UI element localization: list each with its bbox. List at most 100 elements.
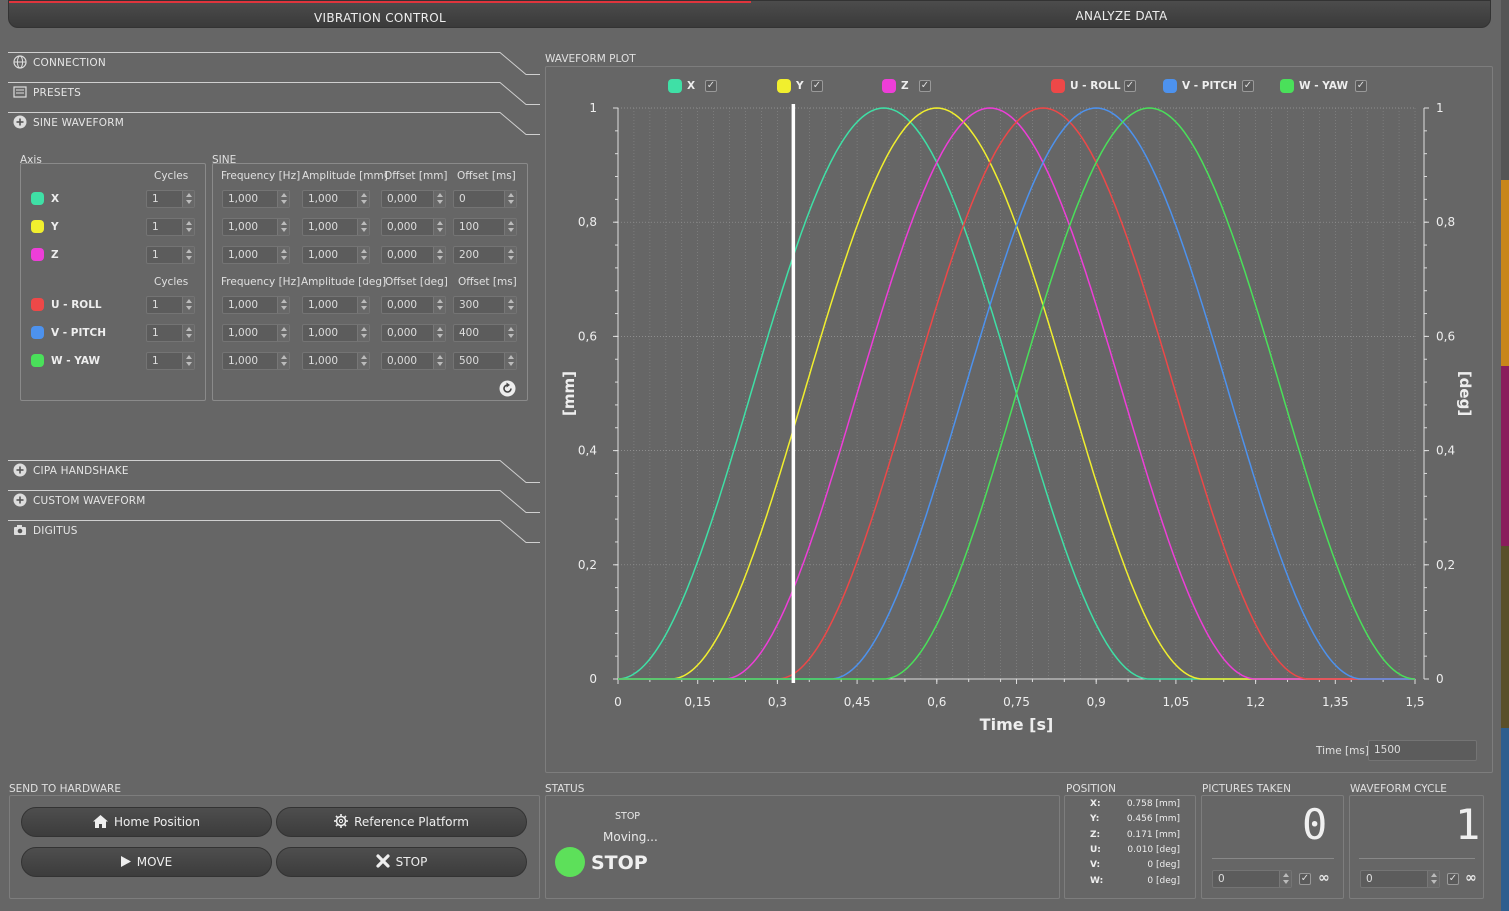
off-input[interactable]: 0,000 bbox=[381, 218, 446, 236]
stop-button[interactable]: STOP bbox=[276, 847, 527, 877]
position-value: 0.171 [mm] bbox=[1126, 829, 1180, 840]
reference-platform-button[interactable]: Reference Platform bbox=[276, 807, 527, 837]
off-input[interactable]: 0,000 bbox=[381, 190, 446, 208]
freq-input[interactable]: 1,000 bbox=[222, 218, 290, 236]
x-tick-label: 0,45 bbox=[844, 695, 871, 709]
amp-input[interactable]: 1,000 bbox=[302, 324, 370, 342]
amp-input[interactable]: 1,000 bbox=[302, 218, 370, 236]
pictures-title: PICTURES TAKEN bbox=[1202, 783, 1291, 795]
freq-header: Frequency [Hz] bbox=[221, 170, 301, 182]
tab-vibration-control[interactable]: VIBRATION CONTROL bbox=[9, 1, 751, 29]
cycle-infinite-checkbox[interactable]: ✓ bbox=[1447, 873, 1459, 885]
freq-input[interactable]: 1,000 bbox=[222, 324, 290, 342]
freq-input[interactable]: 1,000 bbox=[222, 190, 290, 208]
legend-swatch bbox=[1051, 79, 1065, 93]
offset-header: Offset [mm] bbox=[384, 170, 448, 182]
offms-input[interactable]: 500 bbox=[453, 352, 517, 370]
move-button[interactable]: MOVE bbox=[21, 847, 272, 877]
cycles-input[interactable]: 1 bbox=[146, 218, 195, 236]
legend-checkbox[interactable]: ✓ bbox=[1355, 80, 1367, 92]
infinity-label: ∞ bbox=[1318, 870, 1330, 886]
position-key: Z: bbox=[1090, 829, 1101, 840]
legend-checkbox[interactable]: ✓ bbox=[705, 80, 717, 92]
legend-checkbox[interactable]: ✓ bbox=[1242, 80, 1254, 92]
plus-circle-icon bbox=[13, 463, 27, 477]
x-tick-label: 0,6 bbox=[927, 695, 946, 709]
legend-label: V - PITCH bbox=[1182, 80, 1238, 92]
section-digitus[interactable]: DIGITUS bbox=[8, 520, 540, 546]
cycles-input[interactable]: 1 bbox=[146, 246, 195, 264]
cycles-input[interactable]: 1 bbox=[146, 324, 195, 342]
pictures-input[interactable]: 0 bbox=[1212, 870, 1292, 888]
y2-tick-label: 0,4 bbox=[1436, 444, 1455, 458]
section-label: CONNECTION bbox=[33, 57, 106, 69]
section-label: DIGITUS bbox=[33, 525, 78, 537]
section-presets[interactable]: PRESETS bbox=[8, 82, 540, 108]
freq-input[interactable]: 1,000 bbox=[222, 246, 290, 264]
cycles-input[interactable]: 1 bbox=[146, 352, 195, 370]
section-sine-waveform[interactable]: SINE WAVEFORM bbox=[8, 112, 540, 138]
y2-tick-label: 1 bbox=[1436, 101, 1444, 115]
section-label: SINE WAVEFORM bbox=[33, 117, 124, 129]
legend-checkbox[interactable]: ✓ bbox=[919, 80, 931, 92]
axis-label: V - PITCH bbox=[51, 327, 107, 339]
offms-input[interactable]: 200 bbox=[453, 246, 517, 264]
gear-icon bbox=[334, 814, 349, 828]
offms-input[interactable]: 300 bbox=[453, 296, 517, 314]
waveform-chart[interactable]: 0 0,15 0,3 0,45 0,6 0,75 0,9 1,05 1,2 1,35 1,5 0 0 0,… bbox=[546, 96, 1492, 740]
x-tick-label: 0,75 bbox=[1003, 695, 1030, 709]
position-key: Y: bbox=[1090, 814, 1100, 825]
time-ms-input[interactable]: 1500 bbox=[1368, 740, 1477, 761]
close-icon bbox=[376, 854, 390, 868]
off-input[interactable]: 0,000 bbox=[381, 246, 446, 264]
legend-swatch bbox=[1163, 79, 1177, 93]
camera-icon bbox=[14, 525, 26, 535]
amp-input[interactable]: 1,000 bbox=[302, 190, 370, 208]
plus-circle-icon bbox=[13, 493, 27, 507]
offset-ms-header: Offset [ms] bbox=[457, 170, 516, 182]
pictures-infinite-checkbox[interactable]: ✓ bbox=[1299, 873, 1311, 885]
section-cipa-handshake[interactable]: CIPA HANDSHAKE bbox=[8, 460, 540, 486]
axis-color-swatch bbox=[31, 220, 44, 233]
off-input[interactable]: 0,000 bbox=[381, 324, 446, 342]
off-input[interactable]: 0,000 bbox=[381, 296, 446, 314]
home-position-button[interactable]: Home Position bbox=[21, 807, 272, 837]
position-key: V: bbox=[1090, 860, 1101, 871]
plus-circle-icon bbox=[13, 115, 27, 129]
cycle-title: WAVEFORM CYCLE bbox=[1350, 783, 1447, 795]
amp-input[interactable]: 1,000 bbox=[302, 246, 370, 264]
position-value: 0 [deg] bbox=[1147, 875, 1180, 886]
offms-input[interactable]: 0 bbox=[453, 190, 517, 208]
amp-input[interactable]: 1,000 bbox=[302, 352, 370, 370]
section-label: PRESETS bbox=[33, 87, 82, 99]
offms-input[interactable]: 100 bbox=[453, 218, 517, 236]
x-tick-label: 0,3 bbox=[768, 695, 787, 709]
y-tick-label: 0 bbox=[589, 672, 597, 686]
x-tick-label: 1,5 bbox=[1405, 695, 1424, 709]
offset-ms-header: Offset [ms] bbox=[458, 276, 517, 288]
cycles-header: Cycles bbox=[154, 170, 189, 182]
section-connection[interactable]: CONNECTION bbox=[8, 52, 540, 78]
legend-swatch bbox=[1280, 79, 1294, 93]
cycle-input[interactable]: 0 bbox=[1360, 870, 1440, 888]
y-tick-label: 0,6 bbox=[578, 329, 597, 343]
off-input[interactable]: 0,000 bbox=[381, 352, 446, 370]
axis-color-swatch bbox=[31, 192, 44, 205]
tab-analyze-data[interactable]: ANALYZE DATA bbox=[751, 1, 1492, 29]
legend-checkbox[interactable]: ✓ bbox=[1124, 80, 1136, 92]
position-title: POSITION bbox=[1066, 783, 1116, 795]
legend-checkbox[interactable]: ✓ bbox=[811, 80, 823, 92]
y2-tick-label: 0,6 bbox=[1436, 329, 1455, 343]
amp-header: Amplitude [mm] bbox=[302, 170, 388, 182]
cycles-input[interactable]: 1 bbox=[146, 296, 195, 314]
freq-input[interactable]: 1,000 bbox=[222, 296, 290, 314]
x-tick-label: 1,35 bbox=[1322, 695, 1349, 709]
cycles-input[interactable]: 1 bbox=[146, 190, 195, 208]
offms-input[interactable]: 400 bbox=[453, 324, 517, 342]
reset-icon[interactable] bbox=[499, 380, 516, 397]
divider bbox=[1359, 858, 1475, 859]
amp-input[interactable]: 1,000 bbox=[302, 296, 370, 314]
section-custom-waveform[interactable]: CUSTOM WAVEFORM bbox=[8, 490, 540, 516]
freq-input[interactable]: 1,000 bbox=[222, 352, 290, 370]
cycles-header: Cycles bbox=[154, 276, 189, 288]
